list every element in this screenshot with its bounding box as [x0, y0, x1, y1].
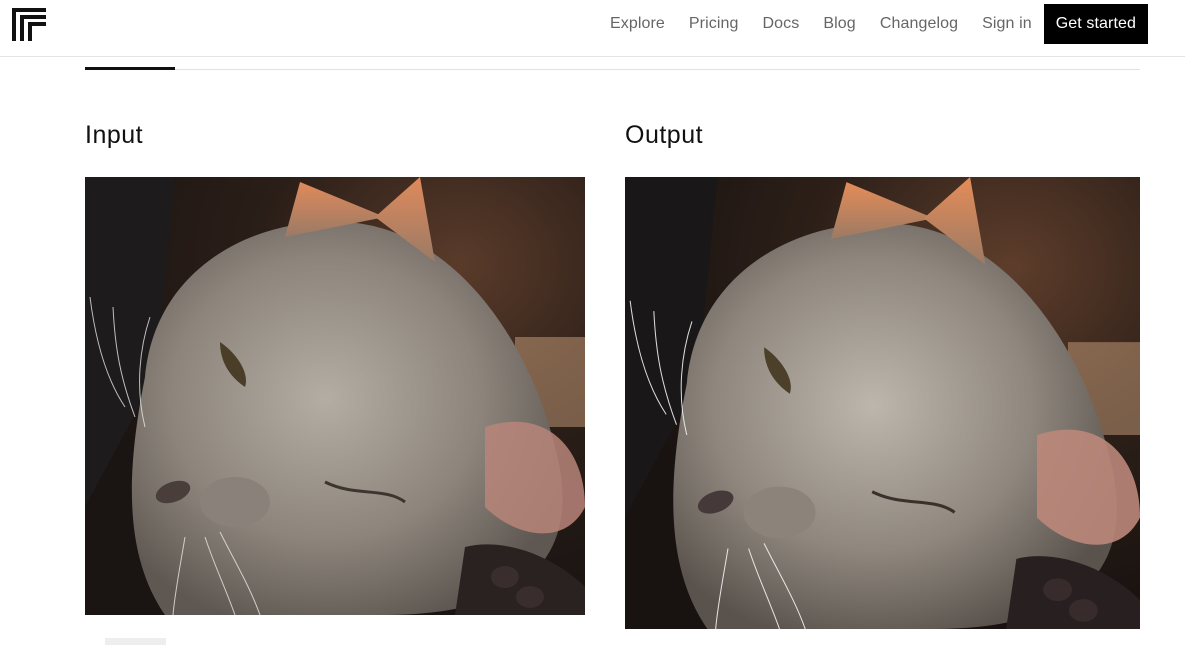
output-image: [625, 177, 1140, 629]
main-nav: Explore Pricing Docs Blog Changelog Sign…: [610, 4, 1148, 44]
loading-placeholder: [105, 638, 166, 645]
get-started-button[interactable]: Get started: [1043, 4, 1148, 44]
site-header: Explore Pricing Docs Blog Changelog Sign…: [0, 0, 1185, 57]
nav-explore[interactable]: Explore: [610, 15, 665, 33]
nav-pricing[interactable]: Pricing: [689, 15, 739, 33]
tab-divider: [85, 69, 1140, 70]
replicate-logo-icon[interactable]: [12, 8, 46, 41]
nav-blog[interactable]: Blog: [823, 15, 855, 33]
nav-docs[interactable]: Docs: [763, 15, 800, 33]
output-heading: Output: [625, 121, 704, 149]
nav-sign-in[interactable]: Sign in: [982, 15, 1032, 33]
input-heading: Input: [85, 121, 144, 149]
active-tab-indicator[interactable]: [85, 67, 175, 70]
input-image: [85, 177, 585, 615]
nav-changelog[interactable]: Changelog: [880, 15, 958, 33]
